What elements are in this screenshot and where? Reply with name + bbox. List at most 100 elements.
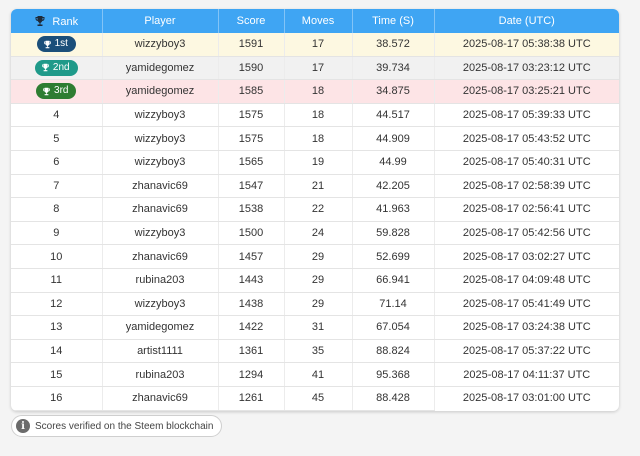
date-cell: 2025-08-17 03:02:27 UTC: [434, 244, 619, 269]
trophy-icon: [43, 40, 51, 49]
table-row: 3rd yamidegomez 1585 18 34.875 2025-08-1…: [11, 79, 619, 104]
rank-cell: 2nd: [11, 56, 103, 81]
rank-badge-label: 1st: [54, 38, 68, 50]
rank-cell: 14: [11, 339, 103, 364]
player-cell: yamidegomez: [102, 79, 219, 104]
moves-cell: 17: [284, 56, 353, 81]
info-icon: i: [16, 419, 30, 433]
score-cell: 1575: [218, 103, 285, 128]
column-header-score[interactable]: Score: [218, 9, 285, 33]
rank-cell: 6: [11, 150, 103, 175]
rank-badge-label: 2nd: [52, 61, 70, 73]
player-cell: wizzyboy3: [102, 150, 219, 175]
rank-cell: 13: [11, 315, 103, 340]
player-cell: zhanavic69: [102, 197, 219, 222]
table-row: 16 zhanavic69 1261 45 88.428 2025-08-17 …: [11, 386, 619, 411]
score-cell: 1261: [218, 386, 285, 411]
player-cell: zhanavic69: [102, 386, 219, 411]
verification-chip[interactable]: i Scores verified on the Steem blockchai…: [11, 415, 223, 437]
score-cell: 1538: [218, 197, 285, 222]
player-cell: artist1111: [102, 339, 219, 364]
rank-badge-label: 3rd: [54, 85, 69, 97]
table-row: 15 rubina203 1294 41 95.368 2025-08-17 0…: [11, 362, 619, 387]
time-cell: 42.205: [352, 174, 435, 199]
table-row: 5 wizzyboy3 1575 18 44.909 2025-08-17 05…: [11, 126, 619, 151]
time-cell: 71.14: [352, 292, 435, 317]
moves-cell: 22: [284, 197, 353, 222]
table-row: 10 zhanavic69 1457 29 52.699 2025-08-17 …: [11, 244, 619, 269]
column-header-rank[interactable]: Rank: [11, 9, 103, 33]
moves-cell: 17: [284, 33, 353, 57]
moves-cell: 45: [284, 386, 353, 411]
date-cell: 2025-08-17 05:37:22 UTC: [434, 339, 619, 364]
time-cell: 88.824: [352, 339, 435, 364]
score-cell: 1294: [218, 362, 285, 387]
moves-cell: 35: [284, 339, 353, 364]
date-cell: 2025-08-17 02:58:39 UTC: [434, 174, 619, 199]
moves-cell: 18: [284, 126, 353, 151]
trophy-icon: [43, 87, 50, 96]
time-cell: 67.054: [352, 315, 435, 340]
trophy-icon: [35, 15, 45, 26]
date-cell: 2025-08-17 03:23:12 UTC: [434, 56, 619, 81]
rank-cell: 1st: [11, 33, 103, 57]
player-cell: wizzyboy3: [102, 33, 219, 57]
rank-cell: 16: [11, 386, 103, 411]
date-cell: 2025-08-17 05:38:38 UTC: [434, 33, 619, 57]
rank-cell: 8: [11, 197, 103, 222]
moves-cell: 29: [284, 244, 353, 269]
date-cell: 2025-08-17 03:25:21 UTC: [434, 79, 619, 104]
column-header-time[interactable]: Time (S): [352, 9, 435, 33]
table-row: 7 zhanavic69 1547 21 42.205 2025-08-17 0…: [11, 174, 619, 199]
time-cell: 95.368: [352, 362, 435, 387]
score-cell: 1585: [218, 79, 285, 104]
column-header-date[interactable]: Date (UTC): [434, 9, 619, 33]
time-cell: 66.941: [352, 268, 435, 293]
time-cell: 88.428: [352, 386, 435, 411]
date-cell: 2025-08-17 05:43:52 UTC: [434, 126, 619, 151]
date-cell: 2025-08-17 04:11:37 UTC: [434, 362, 619, 387]
player-cell: wizzyboy3: [102, 292, 219, 317]
time-cell: 38.572: [352, 33, 435, 57]
verification-note: Scores verified on the Steem blockchain: [35, 420, 214, 432]
rank-cell: 3rd: [11, 79, 103, 104]
time-cell: 59.828: [352, 221, 435, 246]
moves-cell: 21: [284, 174, 353, 199]
leaderboard-table: Rank Player Score Moves Time (S) Date (U…: [11, 9, 619, 411]
table-row: 2nd yamidegomez 1590 17 39.734 2025-08-1…: [11, 56, 619, 81]
rank-cell: 4: [11, 103, 103, 128]
trophy-icon: [42, 64, 49, 72]
moves-cell: 18: [284, 103, 353, 128]
score-cell: 1500: [218, 221, 285, 246]
table-row: 9 wizzyboy3 1500 24 59.828 2025-08-17 05…: [11, 221, 619, 246]
time-cell: 52.699: [352, 244, 435, 269]
time-cell: 34.875: [352, 79, 435, 104]
time-cell: 44.517: [352, 103, 435, 128]
rank-badge-bronze: 3rd: [36, 83, 77, 100]
rank-cell: 11: [11, 268, 103, 293]
rank-cell: 15: [11, 362, 103, 387]
moves-cell: 19: [284, 150, 353, 175]
rank-badge-gold: 1st: [36, 36, 76, 53]
time-cell: 44.909: [352, 126, 435, 151]
date-cell: 2025-08-17 05:40:31 UTC: [434, 150, 619, 175]
date-cell: 2025-08-17 05:42:56 UTC: [434, 221, 619, 246]
date-cell: 2025-08-17 03:24:38 UTC: [434, 315, 619, 340]
date-cell: 2025-08-17 05:41:49 UTC: [434, 292, 619, 317]
leaderboard-card: Rank Player Score Moves Time (S) Date (U…: [11, 9, 619, 411]
player-cell: wizzyboy3: [102, 103, 219, 128]
score-cell: 1575: [218, 126, 285, 151]
moves-cell: 31: [284, 315, 353, 340]
score-cell: 1443: [218, 268, 285, 293]
time-cell: 39.734: [352, 56, 435, 81]
moves-cell: 41: [284, 362, 353, 387]
table-header: Rank Player Score Moves Time (S) Date (U…: [11, 9, 619, 33]
rank-cell: 7: [11, 174, 103, 199]
date-cell: 2025-08-17 03:01:00 UTC: [462, 392, 591, 405]
table-body: 1st wizzyboy3 1591 17 38.572 2025-08-17 …: [11, 33, 619, 411]
column-header-player[interactable]: Player: [102, 9, 219, 33]
player-cell: zhanavic69: [102, 174, 219, 199]
date-cell: 2025-08-17 05:39:33 UTC: [434, 103, 619, 128]
score-cell: 1547: [218, 174, 285, 199]
column-header-moves[interactable]: Moves: [284, 9, 353, 33]
